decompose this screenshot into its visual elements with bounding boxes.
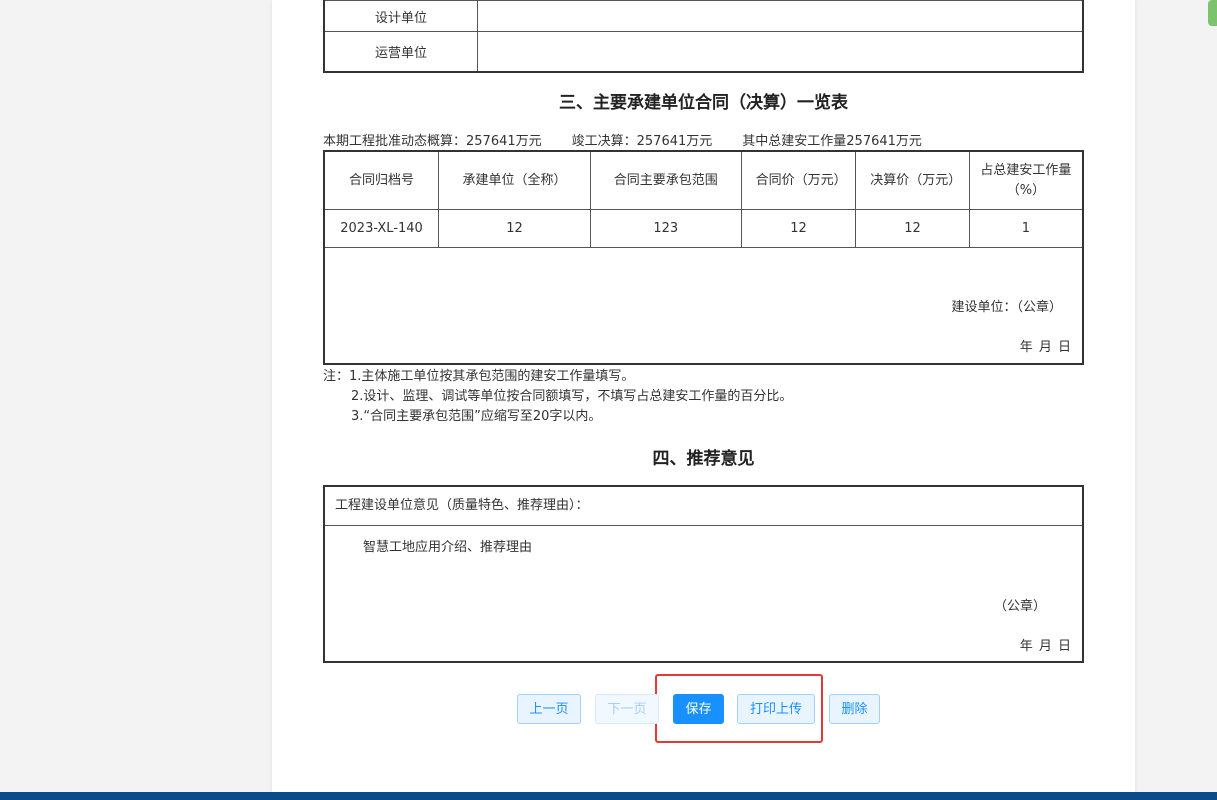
- budget-summary: 本期工程批准动态概算：257641万元 竣工决算：257641万元 其中总建安工作量…: [323, 130, 952, 149]
- cell-final-price[interactable]: 12: [855, 209, 970, 248]
- total-workload: 其中总建安工作量257641万元: [742, 134, 922, 149]
- col-scope: 合同主要承包范围: [589, 150, 742, 210]
- opinion-header: 工程建设单位意见（质量特色、推荐理由）：: [325, 487, 1082, 526]
- col-contractor: 承建单位（全称）: [438, 150, 591, 210]
- opinion-date-label: 年 月 日: [1019, 639, 1072, 654]
- table-row: 2023-XL-140 12 123 12 12 1: [323, 209, 1084, 248]
- final-budget: 竣工决算：257641万元: [571, 134, 713, 149]
- opinion-body[interactable]: 智慧工地应用介绍、推荐理由 （公章） 年 月 日: [325, 526, 1082, 660]
- seal-cell: 建设单位：（公章） 年 月 日: [323, 247, 1084, 365]
- col-archive-no: 合同归档号: [323, 150, 440, 210]
- builder-seal-label: 建设单位：（公章）: [951, 300, 1062, 315]
- bottom-bar: [0, 792, 1217, 800]
- col-contract-price: 合同价（万元）: [740, 150, 857, 210]
- notes: 注：1.主体施工单位按其承包范围的建安工作量填写。 2.设计、监理、调试等单位按…: [323, 367, 792, 427]
- save-button[interactable]: 保存: [673, 694, 724, 724]
- table-header-row: 合同归档号 承建单位（全称） 合同主要承包范围 合同价（万元） 决算价（万元） …: [323, 150, 1084, 210]
- operation-unit-label: 运营单位: [323, 31, 478, 73]
- cell-scope[interactable]: 123: [589, 209, 742, 248]
- side-tab[interactable]: [1208, 0, 1217, 26]
- opinion-box: 工程建设单位意见（质量特色、推荐理由）： 智慧工地应用介绍、推荐理由 （公章） …: [323, 485, 1084, 663]
- note-line-1: 注：1.主体施工单位按其承包范围的建安工作量填写。: [323, 369, 635, 384]
- table-row: 运营单位: [323, 31, 1084, 73]
- seal-row: 建设单位：（公章） 年 月 日: [323, 247, 1084, 365]
- approved-budget: 本期工程批准动态概算：257641万元: [323, 134, 542, 149]
- cell-contract-price[interactable]: 12: [740, 209, 857, 248]
- design-unit-value[interactable]: [477, 0, 1084, 32]
- next-page-button[interactable]: 下一页: [595, 694, 659, 724]
- design-unit-label: 设计单位: [323, 0, 478, 32]
- note-line-3: 3.“合同主要承包范围”应缩写至20字以内。: [351, 409, 602, 424]
- prev-page-button[interactable]: 上一页: [517, 694, 581, 724]
- units-table: 设计单位 运营单位: [323, 0, 1084, 73]
- col-workload-pct: 占总建安工作量（%）: [968, 150, 1084, 210]
- delete-button[interactable]: 删除: [829, 694, 880, 724]
- table-row: 设计单位: [323, 0, 1084, 32]
- contract-table: 合同归档号 承建单位（全称） 合同主要承包范围 合同价（万元） 决算价（万元） …: [323, 150, 1084, 365]
- seal-date-label: 年 月 日: [1019, 340, 1072, 355]
- note-line-2: 2.设计、监理、调试等单位按合同额填写，不填写占总建安工作量的百分比。: [351, 389, 793, 404]
- cell-contractor[interactable]: 12: [438, 209, 591, 248]
- col-final-price: 决算价（万元）: [855, 150, 970, 210]
- cell-archive-no[interactable]: 2023-XL-140: [323, 209, 440, 248]
- section4-title: 四、推荐意见: [652, 449, 755, 469]
- section3-title: 三、主要承建单位合同（决算）一览表: [559, 93, 848, 113]
- opinion-seal-label: （公章）: [993, 599, 1046, 614]
- opinion-text: 智慧工地应用介绍、推荐理由: [363, 540, 533, 555]
- operation-unit-value[interactable]: [477, 31, 1084, 73]
- print-upload-button[interactable]: 打印上传: [737, 694, 815, 724]
- cell-workload-pct[interactable]: 1: [968, 209, 1084, 248]
